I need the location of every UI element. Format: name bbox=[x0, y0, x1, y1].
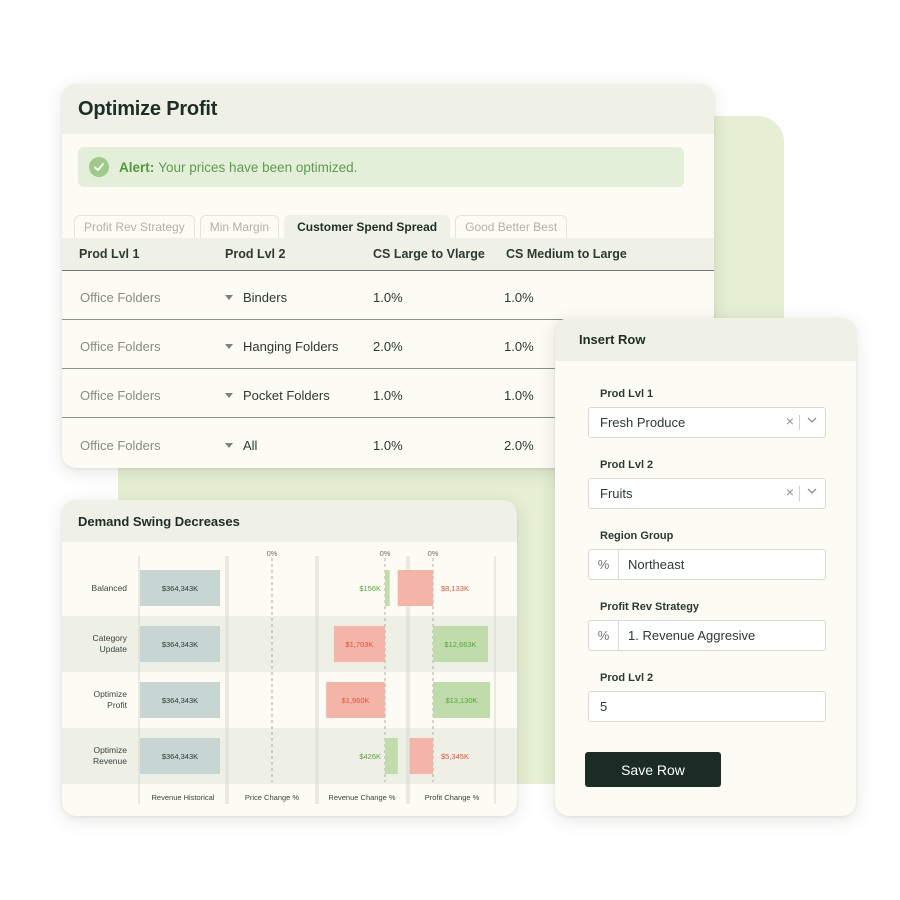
prod-lvl2-value: Fruits bbox=[600, 486, 633, 501]
revenue-change-label: $1,960K bbox=[342, 696, 370, 705]
zero-tick-label: 0% bbox=[380, 549, 391, 558]
column-footer-label: Revenue Historical bbox=[152, 793, 215, 802]
cs-large-cell: 2.0% bbox=[373, 339, 403, 354]
category-label: Update bbox=[100, 644, 128, 654]
clear-icon[interactable]: × bbox=[786, 484, 794, 500]
table-header: Prod Lvl 1 Prod Lvl 2 CS Large to Vlarge… bbox=[62, 238, 714, 271]
select-divider bbox=[799, 486, 800, 501]
caret-down-icon[interactable] bbox=[225, 443, 233, 448]
chevron-down-icon[interactable] bbox=[807, 488, 817, 494]
caret-down-icon[interactable] bbox=[225, 393, 233, 398]
category-label: Profit bbox=[107, 700, 127, 710]
alert-message: Your prices have been optimized. bbox=[158, 159, 358, 175]
caret-down-icon[interactable] bbox=[225, 295, 233, 300]
profit-change-label: $8,133K bbox=[441, 584, 469, 593]
revenue-change-label: $426K bbox=[359, 752, 381, 761]
revenue-historical-label: $364,343K bbox=[162, 752, 198, 761]
insert-row-title: Insert Row bbox=[579, 332, 646, 347]
percent-prefix: % bbox=[589, 621, 619, 650]
revenue-historical-label: $364,343K bbox=[162, 640, 198, 649]
field-label: Prod Lvl 2 bbox=[600, 459, 654, 471]
tab-min-margin[interactable]: Min Margin bbox=[199, 215, 280, 238]
optimize-profit-header: Optimize Profit bbox=[62, 84, 714, 134]
revenue-change-label: $1,703K bbox=[345, 640, 373, 649]
demand-swing-card: Demand Swing Decreases 0% 0% 0% Balanced Cat… bbox=[62, 500, 517, 816]
save-row-button[interactable]: Save Row bbox=[585, 752, 721, 787]
tab-customer-spend-spread[interactable]: Customer Spend Spread bbox=[284, 215, 451, 238]
prod-lvl1-value: Fresh Produce bbox=[600, 415, 686, 430]
prod-lvl2-select[interactable]: Fruits × bbox=[588, 478, 826, 509]
prod-lvl2-number-value: 5 bbox=[600, 699, 608, 714]
column-header[interactable]: Prod Lvl 1 bbox=[79, 247, 139, 261]
chevron-down-icon[interactable] bbox=[807, 417, 817, 423]
demand-swing-header: Demand Swing Decreases bbox=[62, 500, 517, 542]
prod-lvl1-cell: Office Folders bbox=[80, 339, 161, 354]
cs-medium-cell: 1.0% bbox=[504, 339, 534, 354]
optimize-profit-title: Optimize Profit bbox=[78, 97, 218, 120]
revenue-historical-label: $364,343K bbox=[162, 584, 198, 593]
table-row[interactable]: Office Folders Binders 1.0% 1.0% bbox=[62, 271, 714, 320]
demand-swing-title: Demand Swing Decreases bbox=[78, 513, 240, 529]
cs-medium-cell: 1.0% bbox=[504, 388, 534, 403]
revenue-change-label: $156K bbox=[359, 584, 381, 593]
field-label: Region Group bbox=[600, 530, 674, 542]
tab-good-better-best[interactable]: Good Better Best bbox=[455, 215, 568, 238]
field-label: Prod Lvl 1 bbox=[600, 388, 654, 400]
prod-lvl1-cell: Office Folders bbox=[80, 438, 161, 453]
alert-label: Alert: bbox=[119, 159, 155, 175]
insert-row-card: Insert Row Prod Lvl 1 Fresh Produce × Pr… bbox=[555, 318, 856, 816]
region-group-value: Northeast bbox=[628, 557, 685, 572]
profit-change-bar bbox=[409, 738, 433, 774]
category-label: Balanced bbox=[92, 583, 128, 593]
column-header[interactable]: CS Large to Vlarge bbox=[373, 247, 485, 261]
profit-change-label: $13,130K bbox=[445, 696, 477, 705]
profit-change-label: $12,663K bbox=[444, 640, 476, 649]
prod-lvl2-number-input[interactable]: 5 bbox=[588, 691, 826, 722]
cs-large-cell: 1.0% bbox=[373, 290, 403, 305]
strategy-tabs: Profit Rev Strategy Min Margin Customer … bbox=[74, 215, 568, 238]
category-label: Category bbox=[93, 633, 128, 643]
check-circle-icon bbox=[89, 157, 109, 177]
cs-medium-cell: 2.0% bbox=[504, 438, 534, 453]
select-divider bbox=[799, 415, 800, 430]
revenue-change-bar bbox=[385, 738, 398, 774]
category-label: Optimize bbox=[93, 745, 127, 755]
zero-tick-label: 0% bbox=[428, 549, 439, 558]
cs-large-cell: 1.0% bbox=[373, 438, 403, 453]
prod-lvl1-cell: Office Folders bbox=[80, 290, 161, 305]
column-footer-label: Price Change % bbox=[245, 793, 300, 802]
revenue-historical-label: $364,343K bbox=[162, 696, 198, 705]
column-header[interactable]: Prod Lvl 2 bbox=[225, 247, 285, 261]
clear-icon[interactable]: × bbox=[786, 413, 794, 429]
prod-lvl2-cell: All bbox=[243, 438, 258, 453]
zero-tick-label: 0% bbox=[267, 549, 278, 558]
percent-prefix: % bbox=[589, 550, 619, 579]
profit-change-label: $5,345K bbox=[441, 752, 469, 761]
cs-medium-cell: 1.0% bbox=[504, 290, 534, 305]
profit-rev-strategy-input[interactable]: % 1. Revenue Aggresive bbox=[588, 620, 826, 651]
cs-large-cell: 1.0% bbox=[373, 388, 403, 403]
column-header[interactable]: CS Medium to Large bbox=[506, 247, 627, 261]
tab-profit-rev-strategy[interactable]: Profit Rev Strategy bbox=[74, 215, 195, 238]
column-footer-label: Revenue Change % bbox=[328, 793, 395, 802]
insert-row-header: Insert Row bbox=[555, 318, 856, 361]
prod-lvl1-select[interactable]: Fresh Produce × bbox=[588, 407, 826, 438]
region-group-input[interactable]: % Northeast bbox=[588, 549, 826, 580]
profit-change-bar bbox=[397, 570, 433, 606]
alert-banner: Alert: Your prices have been optimized. bbox=[78, 147, 684, 187]
column-footer-label: Profit Change % bbox=[425, 793, 480, 802]
category-label: Revenue bbox=[93, 756, 127, 766]
profit-rev-strategy-value: 1. Revenue Aggresive bbox=[628, 628, 756, 643]
field-label: Prod Lvl 2 bbox=[600, 672, 654, 684]
category-label: Optimize bbox=[93, 689, 127, 699]
demand-swing-chart: 0% 0% 0%BalancedCategoryUpdateOptimizeProf… bbox=[62, 549, 517, 804]
field-label: Profit Rev Strategy bbox=[600, 601, 700, 613]
revenue-change-bar bbox=[385, 570, 390, 606]
prod-lvl2-cell: Pocket Folders bbox=[243, 388, 330, 403]
prod-lvl2-cell: Binders bbox=[243, 290, 288, 305]
prod-lvl2-cell: Hanging Folders bbox=[243, 339, 339, 354]
prod-lvl1-cell: Office Folders bbox=[80, 388, 161, 403]
caret-down-icon[interactable] bbox=[225, 344, 233, 349]
